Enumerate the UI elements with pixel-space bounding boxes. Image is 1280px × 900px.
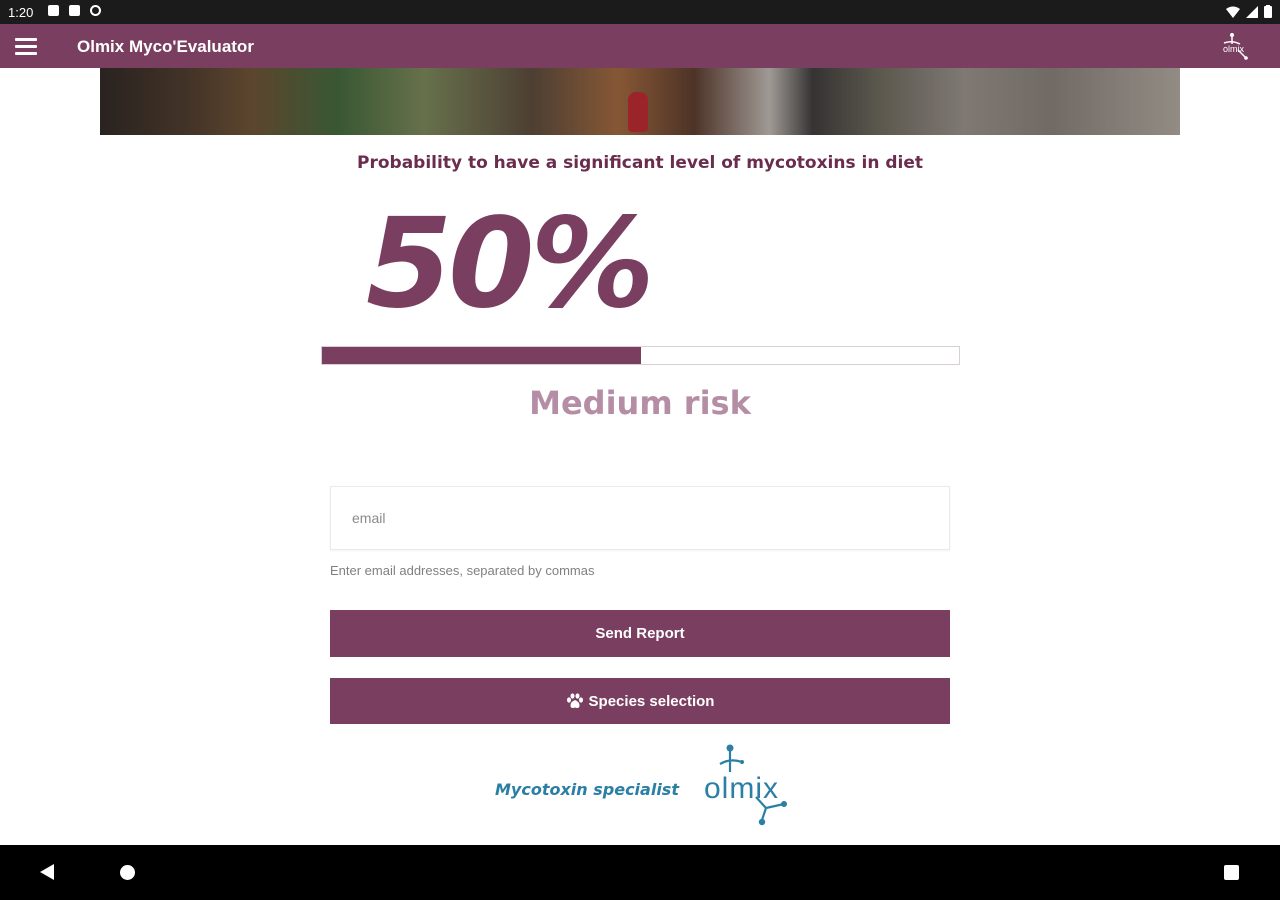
- email-input[interactable]: [331, 487, 949, 549]
- status-bar: 1:20: [0, 0, 1280, 24]
- status-icons-right: [1226, 5, 1272, 18]
- send-report-label: Send Report: [595, 625, 685, 642]
- svg-text:olmix: olmix: [704, 772, 779, 805]
- rooster-comb: [628, 92, 648, 132]
- status-icons-left: [48, 5, 101, 16]
- email-hint: Enter email addresses, separated by comm…: [330, 563, 595, 578]
- signal-icon: [1246, 5, 1258, 18]
- navigation-bar: [0, 845, 1280, 900]
- send-report-button[interactable]: Send Report: [330, 610, 950, 657]
- app-notification-icon: [48, 5, 59, 16]
- hamburger-menu-icon[interactable]: [15, 38, 37, 55]
- probability-percent: 50%: [366, 192, 655, 336]
- hero-image: [100, 68, 1180, 135]
- app-title: Olmix Myco'Evaluator: [77, 37, 254, 56]
- svg-text:olmix: olmix: [1223, 44, 1245, 54]
- sim-card-icon: [69, 5, 80, 16]
- probability-title: Probability to have a significant level …: [357, 153, 923, 173]
- footer-tagline: Mycotoxin specialist: [495, 780, 679, 799]
- paw-icon: [566, 693, 583, 708]
- wifi-icon: [1226, 6, 1240, 18]
- risk-progress-fill: [322, 347, 641, 364]
- back-icon[interactable]: [40, 864, 54, 880]
- olmix-logo-icon: olmix: [704, 744, 787, 826]
- home-icon[interactable]: [120, 865, 135, 880]
- battery-icon: [1264, 5, 1272, 18]
- species-selection-label: Species selection: [588, 692, 715, 710]
- email-field-container: [330, 486, 950, 550]
- data-saver-icon: [90, 5, 101, 16]
- species-selection-button[interactable]: Species selection: [330, 678, 950, 724]
- status-time: 1:20: [8, 5, 34, 20]
- risk-level-label: Medium risk: [529, 384, 751, 422]
- olmix-logo-icon[interactable]: olmix: [1214, 30, 1250, 62]
- app-bar: Olmix Myco'Evaluator olmix: [0, 24, 1280, 68]
- risk-progress-bar: [321, 346, 960, 365]
- recents-icon[interactable]: [1224, 865, 1239, 880]
